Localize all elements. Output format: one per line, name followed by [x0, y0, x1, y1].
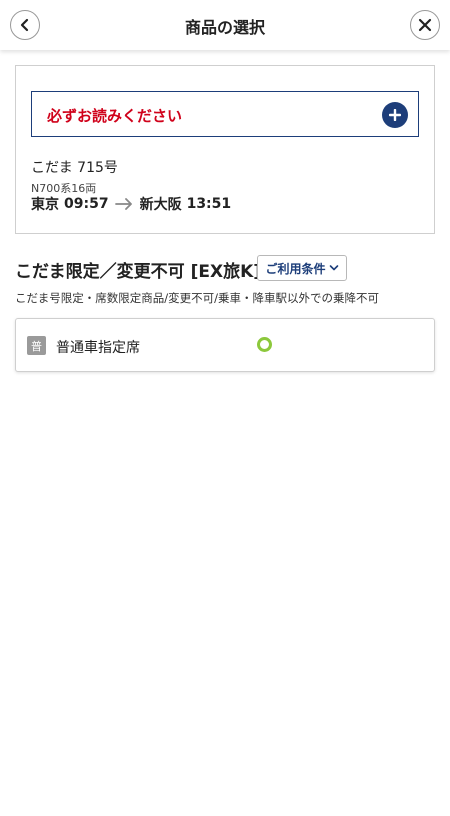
seat-class-badge: 普 — [27, 336, 46, 355]
notice-button[interactable]: 必ずお読みください — [31, 91, 419, 137]
train-name: こだま 715号 — [31, 160, 118, 176]
arrival-station: 新大阪 — [139, 197, 182, 213]
seat-class-label: 普通車指定席 — [56, 340, 140, 356]
circle-available-icon — [257, 337, 272, 352]
plan-title: こだま限定／変更不可 [EX旅K] — [15, 262, 262, 282]
page-title: 商品の選択 — [184, 18, 265, 37]
conditions-button[interactable]: ご利用条件 — [257, 255, 347, 281]
seat-option-ordinary-reserved[interactable]: 普 普通車指定席 — [15, 318, 435, 372]
departure-station: 東京 — [31, 197, 59, 213]
plan-description: こだま号限定・席数限定商品/変更不可/乗車・降車駅以外での乗降不可 — [15, 291, 380, 305]
plus-icon — [382, 102, 408, 128]
arrival-time: 13:51 — [186, 196, 232, 212]
arrow-right-icon — [114, 198, 133, 210]
notice-label: 必ずお読みください — [47, 107, 183, 125]
departure-time: 09:57 — [64, 196, 109, 212]
conditions-label: ご利用条件 — [265, 261, 326, 276]
close-button[interactable] — [410, 10, 440, 40]
route: 東京 09:57 新大阪 13:51 — [31, 194, 231, 214]
chevron-down-icon — [329, 264, 339, 272]
header-bar: 商品の選択 — [0, 0, 450, 50]
train-info-card: 必ずお読みください こだま 715号 N700系16両 東京 09:57 新大阪… — [15, 65, 435, 234]
close-icon — [418, 18, 432, 32]
